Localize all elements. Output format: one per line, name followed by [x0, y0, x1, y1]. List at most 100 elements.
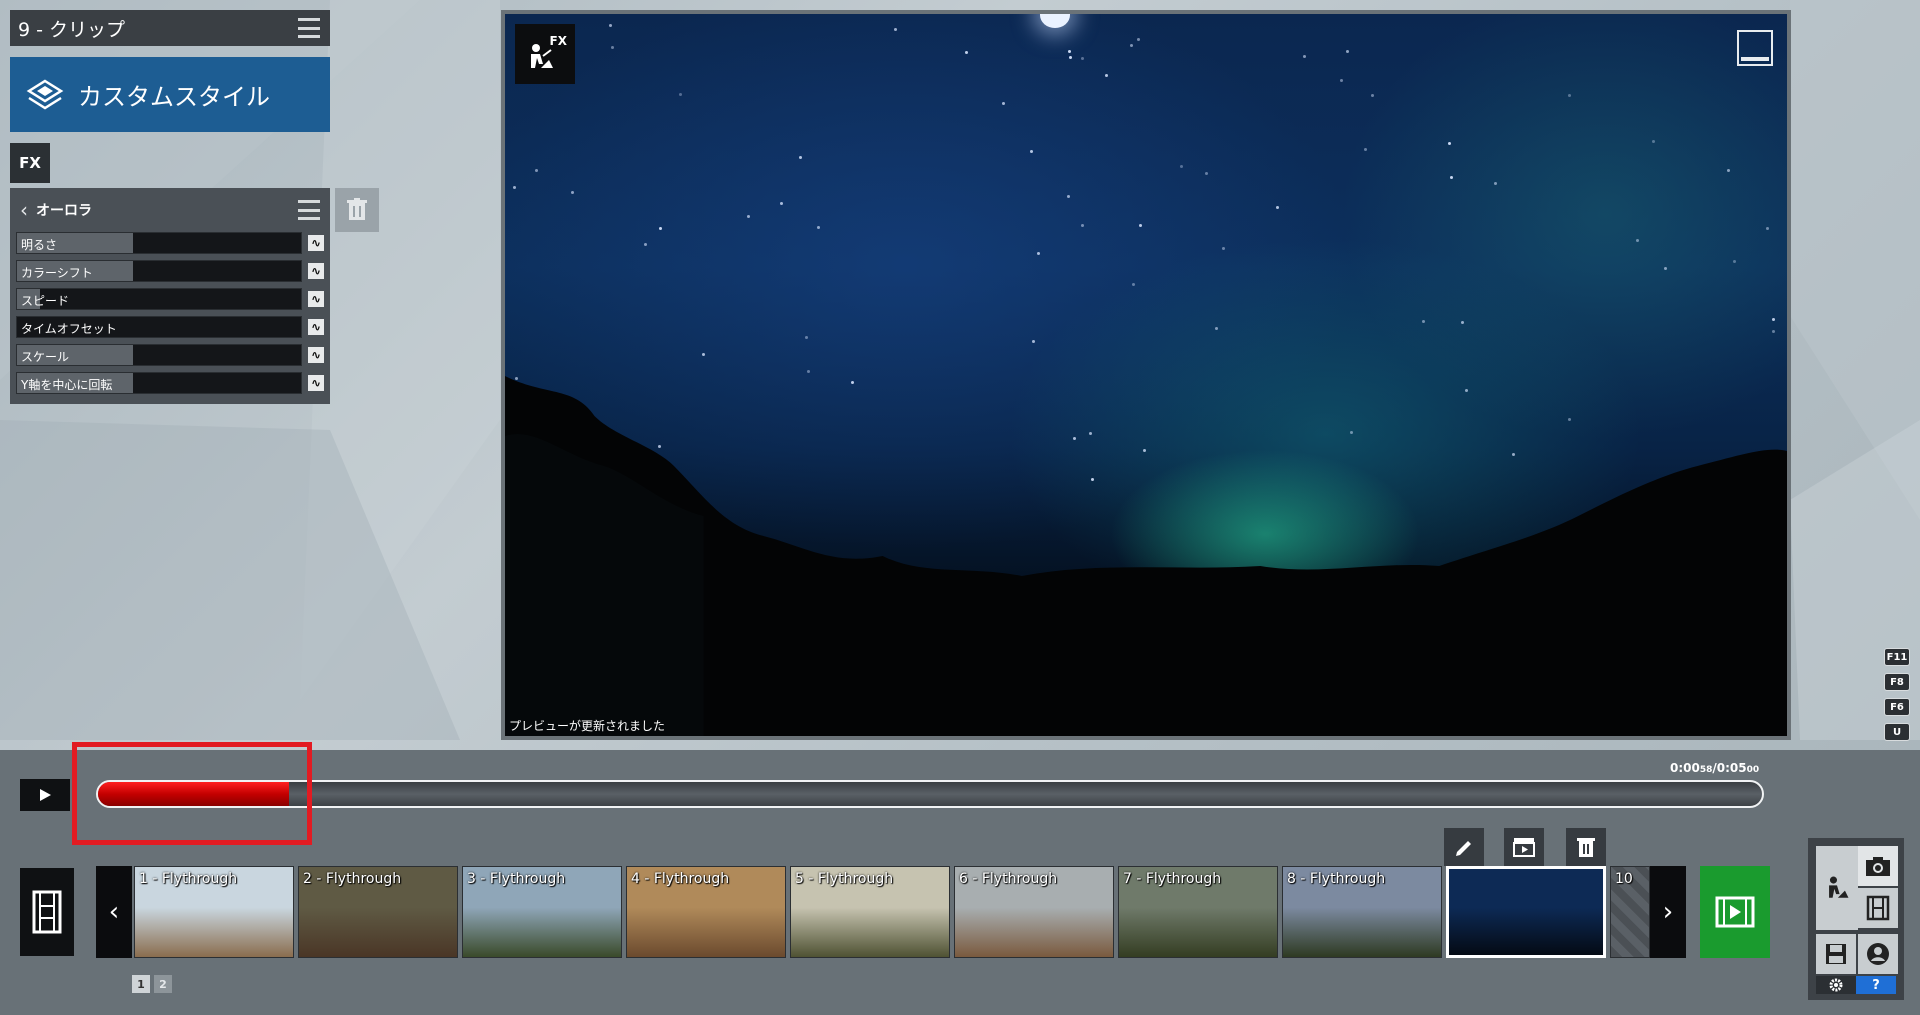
star — [513, 186, 516, 189]
fx-param-row: 明るさ ∿ — [16, 232, 324, 254]
star — [1664, 267, 1667, 270]
edit-clip-button[interactable] — [1444, 828, 1484, 866]
star — [1030, 150, 1033, 153]
layers-icon — [26, 79, 64, 109]
save-icon — [1826, 944, 1846, 964]
fx-param-slider[interactable]: Y軸を中心に回転 — [16, 372, 303, 394]
trash-icon — [1577, 838, 1595, 857]
curve-icon[interactable]: ∿ — [308, 347, 324, 363]
fx-chip[interactable]: FX — [10, 143, 50, 183]
star — [1303, 55, 1306, 58]
star — [1067, 195, 1070, 198]
mode-panorama-button[interactable] — [1858, 934, 1898, 974]
star — [1276, 206, 1279, 209]
curve-icon[interactable]: ∿ — [308, 291, 324, 307]
star — [799, 156, 802, 159]
preview-viewport[interactable]: FX プレビューが更新されました — [501, 10, 1791, 740]
clip-thumbnail[interactable]: 7 - Flythrough — [1118, 866, 1278, 958]
clip-thumbnail[interactable]: 5 - Flythrough — [790, 866, 950, 958]
fx-param-slider[interactable]: スケール — [16, 344, 303, 366]
fx-overlay-badge[interactable]: FX — [515, 24, 575, 84]
time-total-frames: 00 — [1746, 765, 1760, 775]
clip-label: 1 - Flythrough — [139, 871, 238, 887]
clip-label: 3 - Flythrough — [467, 871, 566, 887]
curve-icon[interactable]: ∿ — [308, 235, 324, 251]
mode-video-button[interactable] — [1858, 888, 1898, 928]
mode-panel: ? — [1808, 838, 1904, 1000]
curve-icon[interactable]: ∿ — [308, 375, 324, 391]
clip-thumbnail[interactable]: 2 - Flythrough — [298, 866, 458, 958]
star — [679, 93, 682, 96]
play-button[interactable] — [20, 779, 70, 811]
clip-thumbnail-next[interactable]: 10 — [1610, 866, 1650, 958]
curve-icon[interactable]: ∿ — [308, 319, 324, 335]
delete-clip-button[interactable] — [1566, 828, 1606, 866]
star — [609, 24, 612, 27]
star — [571, 191, 574, 194]
clip-label: 4 - Flythrough — [631, 871, 730, 887]
fx-param-slider[interactable]: スピード — [16, 288, 303, 310]
fx-param-slider[interactable]: カラーシフト — [16, 260, 303, 282]
star — [1422, 320, 1425, 323]
clip-video-button[interactable] — [1504, 828, 1544, 866]
settings-button[interactable] — [1816, 976, 1856, 994]
star — [1222, 247, 1225, 250]
page-number[interactable]: 1 — [132, 975, 150, 993]
panorama-icon — [1867, 943, 1889, 965]
fx-param-row: カラーシフト ∿ — [16, 260, 324, 282]
star — [1733, 260, 1736, 263]
time-current-frames: 58 — [1699, 765, 1713, 775]
star — [1139, 224, 1142, 227]
shortcut-key-u[interactable]: U — [1884, 723, 1910, 741]
star — [1461, 321, 1464, 324]
render-video-button[interactable] — [1700, 866, 1770, 958]
star — [1340, 79, 1343, 82]
fx-param-label: スケール — [21, 350, 70, 364]
star — [1032, 340, 1035, 343]
mode-edit-button[interactable] — [1816, 846, 1858, 930]
star — [747, 215, 750, 218]
star — [1081, 57, 1084, 60]
shortcut-key-f8[interactable]: F8 — [1884, 673, 1910, 691]
clapper-icon — [1513, 838, 1535, 857]
shortcut-key-f11[interactable]: F11 — [1884, 648, 1910, 666]
fullscreen-toggle-button[interactable] — [1737, 30, 1773, 66]
hamburger-icon[interactable] — [298, 18, 320, 38]
clip-thumbnail[interactable]: 3 - Flythrough — [462, 866, 622, 958]
timeline-scrubber[interactable] — [96, 780, 1764, 808]
mode-photo-button[interactable] — [1858, 846, 1898, 886]
back-chevron-icon[interactable]: ‹ — [20, 198, 28, 222]
fx-param-label: カラーシフト — [21, 266, 93, 280]
fx-menu-icon[interactable] — [298, 200, 320, 220]
fx-param-slider[interactable]: タイムオフセット — [16, 316, 303, 338]
clip-thumbnail[interactable] — [1446, 866, 1606, 958]
star — [1105, 74, 1108, 77]
clips-prev-button[interactable]: ‹ — [96, 866, 132, 958]
clip-header: 9 - クリップ — [10, 10, 330, 46]
save-button[interactable] — [1816, 934, 1856, 974]
help-button[interactable]: ? — [1856, 976, 1896, 994]
star — [1364, 148, 1367, 151]
time-current: 0:00 — [1670, 761, 1700, 775]
clip-thumbnail[interactable]: 6 - Flythrough — [954, 866, 1114, 958]
shortcut-key-f6[interactable]: F6 — [1884, 698, 1910, 716]
fx-param-slider[interactable]: 明るさ — [16, 232, 303, 254]
fx-panel: ‹ オーロラ 明るさ ∿ カラーシフト ∿ スピード ∿ タイムオフセット ∿ スケール ∿ Y軸を… — [10, 188, 330, 404]
clip-label: 5 - Flythrough — [795, 871, 894, 887]
star — [1371, 94, 1374, 97]
curve-icon[interactable]: ∿ — [308, 263, 324, 279]
star — [807, 370, 810, 373]
fx-param-label: タイムオフセット — [21, 322, 117, 336]
clips-toggle-button[interactable] — [20, 868, 74, 956]
clip-label: 2 - Flythrough — [303, 871, 402, 887]
clips-next-button[interactable]: › — [1650, 866, 1686, 958]
page-number[interactable]: 2 — [154, 975, 172, 993]
style-banner[interactable]: カスタムスタイル — [10, 57, 330, 132]
moon — [1040, 14, 1070, 28]
clip-thumbnail[interactable]: 4 - Flythrough — [626, 866, 786, 958]
clip-thumbnail[interactable]: 1 - Flythrough — [134, 866, 294, 958]
play-icon — [40, 789, 51, 801]
fx-trash-button[interactable] — [335, 188, 379, 232]
style-label: カスタムスタイル — [78, 83, 270, 111]
clip-thumbnail[interactable]: 8 - Flythrough — [1282, 866, 1442, 958]
